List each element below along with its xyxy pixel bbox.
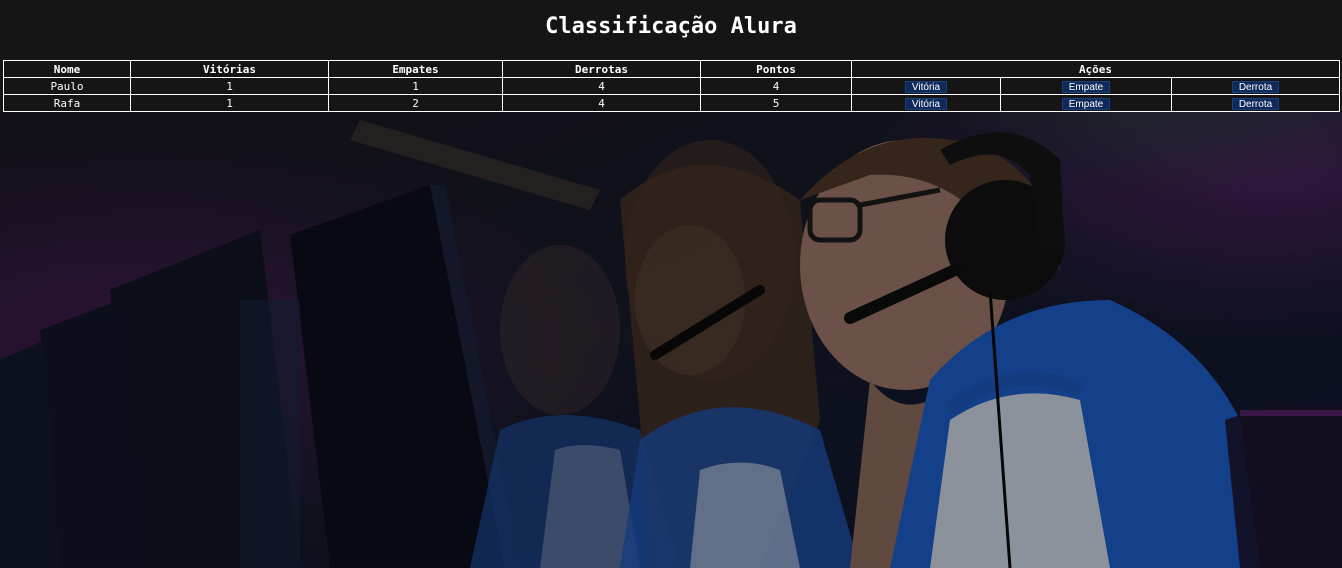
cell-action-empate: Empate — [1000, 94, 1172, 112]
cell-nome: Rafa — [3, 94, 131, 112]
header-derrotas: Derrotas — [502, 60, 701, 78]
derrota-button[interactable]: Derrota — [1231, 97, 1280, 110]
cell-action-vitoria: Vitória — [851, 94, 1001, 112]
cell-vitorias: 1 — [130, 94, 329, 112]
table-header-row: Nome Vitórias Empates Derrotas Pontos Aç… — [3, 60, 1340, 78]
page-title: Classificação Alura — [545, 14, 797, 39]
cell-action-empate: Empate — [1000, 77, 1172, 95]
score-table: Nome Vitórias Empates Derrotas Pontos Aç… — [3, 60, 1340, 112]
empate-button[interactable]: Empate — [1061, 80, 1111, 93]
cell-empates: 2 — [328, 94, 503, 112]
cell-pontos: 5 — [700, 94, 852, 112]
header-acoes: Ações — [851, 60, 1340, 78]
table-row: Rafa 1 2 4 5 Vitória Empate Derrota — [3, 94, 1340, 112]
empate-button[interactable]: Empate — [1061, 97, 1111, 110]
header-nome: Nome — [3, 60, 131, 78]
cell-action-vitoria: Vitória — [851, 77, 1001, 95]
cell-empates: 1 — [328, 77, 503, 95]
derrota-button[interactable]: Derrota — [1231, 80, 1280, 93]
cell-nome: Paulo — [3, 77, 131, 95]
cell-derrotas: 4 — [502, 77, 701, 95]
vitoria-button[interactable]: Vitória — [904, 97, 948, 110]
header-empates: Empates — [328, 60, 503, 78]
header-pontos: Pontos — [700, 60, 852, 78]
cell-action-derrota: Derrota — [1171, 94, 1340, 112]
cell-vitorias: 1 — [130, 77, 329, 95]
table-row: Paulo 1 1 4 4 Vitória Empate Derrota — [3, 77, 1340, 95]
cell-pontos: 4 — [700, 77, 852, 95]
cell-action-derrota: Derrota — [1171, 77, 1340, 95]
header-vitorias: Vitórias — [130, 60, 329, 78]
cell-derrotas: 4 — [502, 94, 701, 112]
vitoria-button[interactable]: Vitória — [904, 80, 948, 93]
page: Classificação Alura Nome Vitórias Empate… — [0, 0, 1342, 568]
